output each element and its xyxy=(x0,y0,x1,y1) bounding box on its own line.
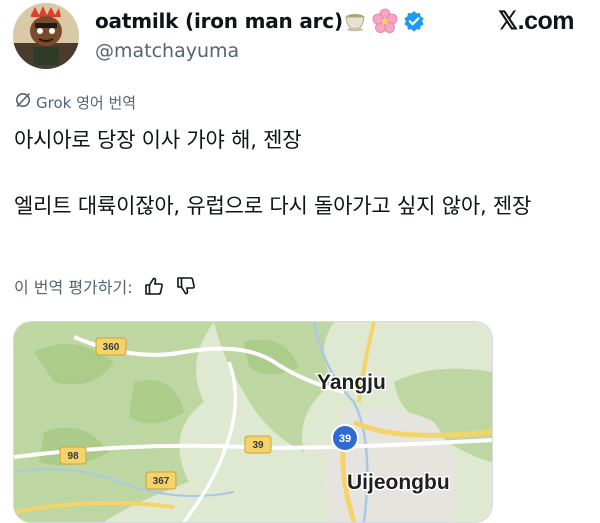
svg-text:367: 367 xyxy=(153,476,170,487)
avatar[interactable] xyxy=(13,3,79,69)
translation-label: Grok 영어 번역 xyxy=(36,93,137,112)
rate-translation-row: 이 번역 평가하기: xyxy=(14,274,197,298)
cherry-blossom-icon xyxy=(372,8,398,34)
svg-text:98: 98 xyxy=(67,451,79,462)
verified-badge-icon xyxy=(403,10,425,32)
rate-translation-label: 이 번역 평가하기: xyxy=(14,278,133,297)
site-logo: 𝕏.com xyxy=(498,7,575,35)
road-shield-39: 39 xyxy=(244,435,272,454)
svg-text:39: 39 xyxy=(252,440,264,451)
tea-cup-icon xyxy=(343,10,367,32)
grok-icon xyxy=(14,91,32,113)
badges xyxy=(343,8,425,34)
thumbs-up-icon[interactable] xyxy=(143,275,165,297)
road-shield-98: 98 xyxy=(59,446,87,465)
map-preview-card[interactable]: 360 98 39 367 39 Yangju Uijeongbu xyxy=(13,321,493,523)
thumbs-down-icon[interactable] xyxy=(175,275,197,297)
user-handle[interactable]: @matchayuma xyxy=(95,40,239,62)
map-city-label-yangju: Yangju xyxy=(317,371,386,394)
svg-text:360: 360 xyxy=(103,342,120,353)
post-text: 아시아로 당장 이사 가야 해, 젠장 엘리트 대륙이잖아, 유럽으로 다시 돌… xyxy=(14,128,532,218)
translation-attribution: Grok 영어 번역 xyxy=(14,91,136,113)
road-shield-360: 360 xyxy=(95,337,127,356)
road-shield-367: 367 xyxy=(145,471,177,490)
map-city-label-uijeongbu: Uijeongbu xyxy=(347,471,450,494)
svg-text:39: 39 xyxy=(339,433,351,445)
display-name[interactable]: oatmilk (iron man arc) xyxy=(95,9,343,33)
highway-shield-39: 39 xyxy=(331,424,359,452)
